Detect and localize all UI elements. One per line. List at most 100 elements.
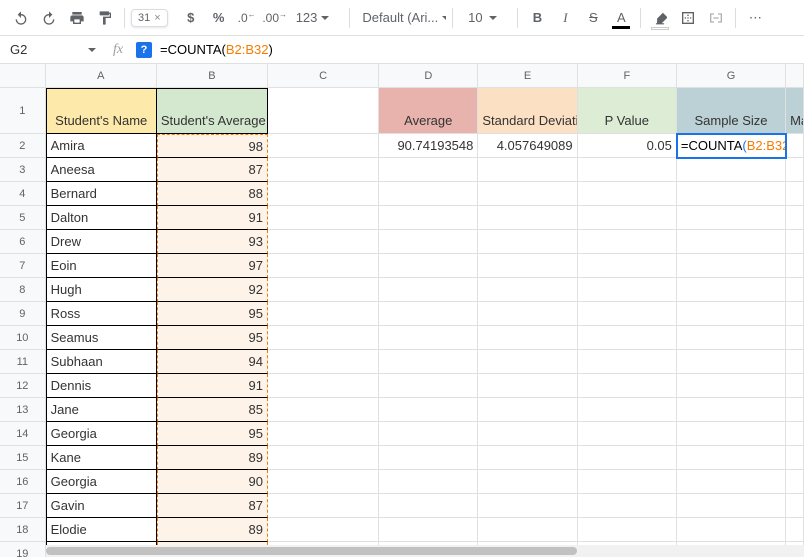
cell-D14[interactable] [379,422,478,446]
cell-B14[interactable]: 95 [157,422,268,446]
cell-F5[interactable] [578,206,677,230]
cell-G13[interactable] [677,398,786,422]
zoom-chip[interactable]: 31× [131,9,168,27]
cell-D6[interactable] [379,230,478,254]
cell-A13[interactable]: Jane [46,398,157,422]
cell-E9[interactable] [478,302,577,326]
cell-B6[interactable]: 93 [157,230,268,254]
cell-D15[interactable] [379,446,478,470]
cell-E6[interactable] [478,230,577,254]
cell-A4[interactable]: Bernard [46,182,157,206]
cell-A16[interactable]: Georgia [46,470,157,494]
cell-D4[interactable] [379,182,478,206]
cell-A3[interactable]: Aneesa [46,158,157,182]
cell-F6[interactable] [578,230,677,254]
row-header[interactable]: 6 [0,230,46,254]
cell-B17[interactable]: 87 [157,494,268,518]
cell-B10[interactable]: 95 [157,326,268,350]
cell-H18[interactable] [786,518,804,542]
cell-E4[interactable] [478,182,577,206]
cell-G16[interactable] [677,470,786,494]
cell-G8[interactable] [677,278,786,302]
cell-B15[interactable]: 89 [157,446,268,470]
row-header[interactable]: 11 [0,350,46,374]
row-header[interactable]: 5 [0,206,46,230]
cell-A14[interactable]: Georgia [46,422,157,446]
cell-E11[interactable] [478,350,577,374]
cell-G6[interactable] [677,230,786,254]
cell-H13[interactable] [786,398,804,422]
row-header[interactable]: 19 [0,542,46,557]
cell-A18[interactable]: Elodie [46,518,157,542]
text-color-button[interactable]: A [608,5,634,31]
cell-E18[interactable] [478,518,577,542]
row-header[interactable]: 12 [0,374,46,398]
row-header[interactable]: 3 [0,158,46,182]
borders-button[interactable] [675,5,701,31]
close-icon[interactable]: × [154,12,160,24]
cell-F16[interactable] [578,470,677,494]
cell-B18[interactable]: 89 [157,518,268,542]
cell-F2[interactable]: 0.05 [578,134,677,158]
cell-D13[interactable] [379,398,478,422]
formula-input[interactable]: =COUNTA(B2:B32) [156,42,804,57]
more-button[interactable]: ⋯ [742,5,768,31]
cell-C7[interactable] [268,254,379,278]
row-header[interactable]: 17 [0,494,46,518]
cell-G18[interactable] [677,518,786,542]
cell-A17[interactable]: Gavin [46,494,157,518]
paint-format-button[interactable] [92,5,118,31]
cell-B13[interactable]: 85 [157,398,268,422]
currency-button[interactable]: $ [178,5,204,31]
cell-A2[interactable]: Amira [46,134,157,158]
merge-button[interactable] [703,5,729,31]
print-button[interactable] [64,5,90,31]
cell-F3[interactable] [578,158,677,182]
cell-F8[interactable] [578,278,677,302]
cell-E17[interactable] [478,494,577,518]
row-header[interactable]: 15 [0,446,46,470]
cell-D8[interactable] [379,278,478,302]
cell-F4[interactable] [578,182,677,206]
cell-C8[interactable] [268,278,379,302]
cell-E13[interactable] [478,398,577,422]
bold-button[interactable]: B [524,5,550,31]
cell-A7[interactable]: Eoin [46,254,157,278]
cell-H9[interactable] [786,302,804,326]
cell-C3[interactable] [268,158,379,182]
cell-G10[interactable] [677,326,786,350]
cell-E5[interactable] [478,206,577,230]
undo-button[interactable] [8,5,34,31]
row-header[interactable]: 13 [0,398,46,422]
col-header-H[interactable] [786,64,804,88]
font-size-select[interactable]: 10 [459,6,511,30]
col-header-A[interactable]: A [46,64,157,88]
cell-H7[interactable] [786,254,804,278]
cell-F18[interactable] [578,518,677,542]
strikethrough-button[interactable]: S [580,5,606,31]
cell-E14[interactable] [478,422,577,446]
increase-decimal-button[interactable]: .00→ [262,5,288,31]
cell-C17[interactable] [268,494,379,518]
cell-A5[interactable]: Dalton [46,206,157,230]
cell-B4[interactable]: 88 [157,182,268,206]
cell-A10[interactable]: Seamus [46,326,157,350]
formula-help-badge[interactable]: ? [136,42,152,58]
cell-F10[interactable] [578,326,677,350]
cell-C2[interactable] [268,134,379,158]
cell-C15[interactable] [268,446,379,470]
cell-D5[interactable] [379,206,478,230]
cell-C18[interactable] [268,518,379,542]
redo-button[interactable] [36,5,62,31]
col-header-E[interactable]: E [478,64,577,88]
cell-H14[interactable] [786,422,804,446]
cell-C16[interactable] [268,470,379,494]
col-header-C[interactable]: C [268,64,379,88]
font-family-select[interactable]: Default (Ari... [356,6,446,30]
cell-E16[interactable] [478,470,577,494]
cell-D18[interactable] [379,518,478,542]
cell-C4[interactable] [268,182,379,206]
cell-G2[interactable]: =COUNTA(B2:B32) [677,134,786,158]
cell-G17[interactable] [677,494,786,518]
cell-A9[interactable]: Ross [46,302,157,326]
